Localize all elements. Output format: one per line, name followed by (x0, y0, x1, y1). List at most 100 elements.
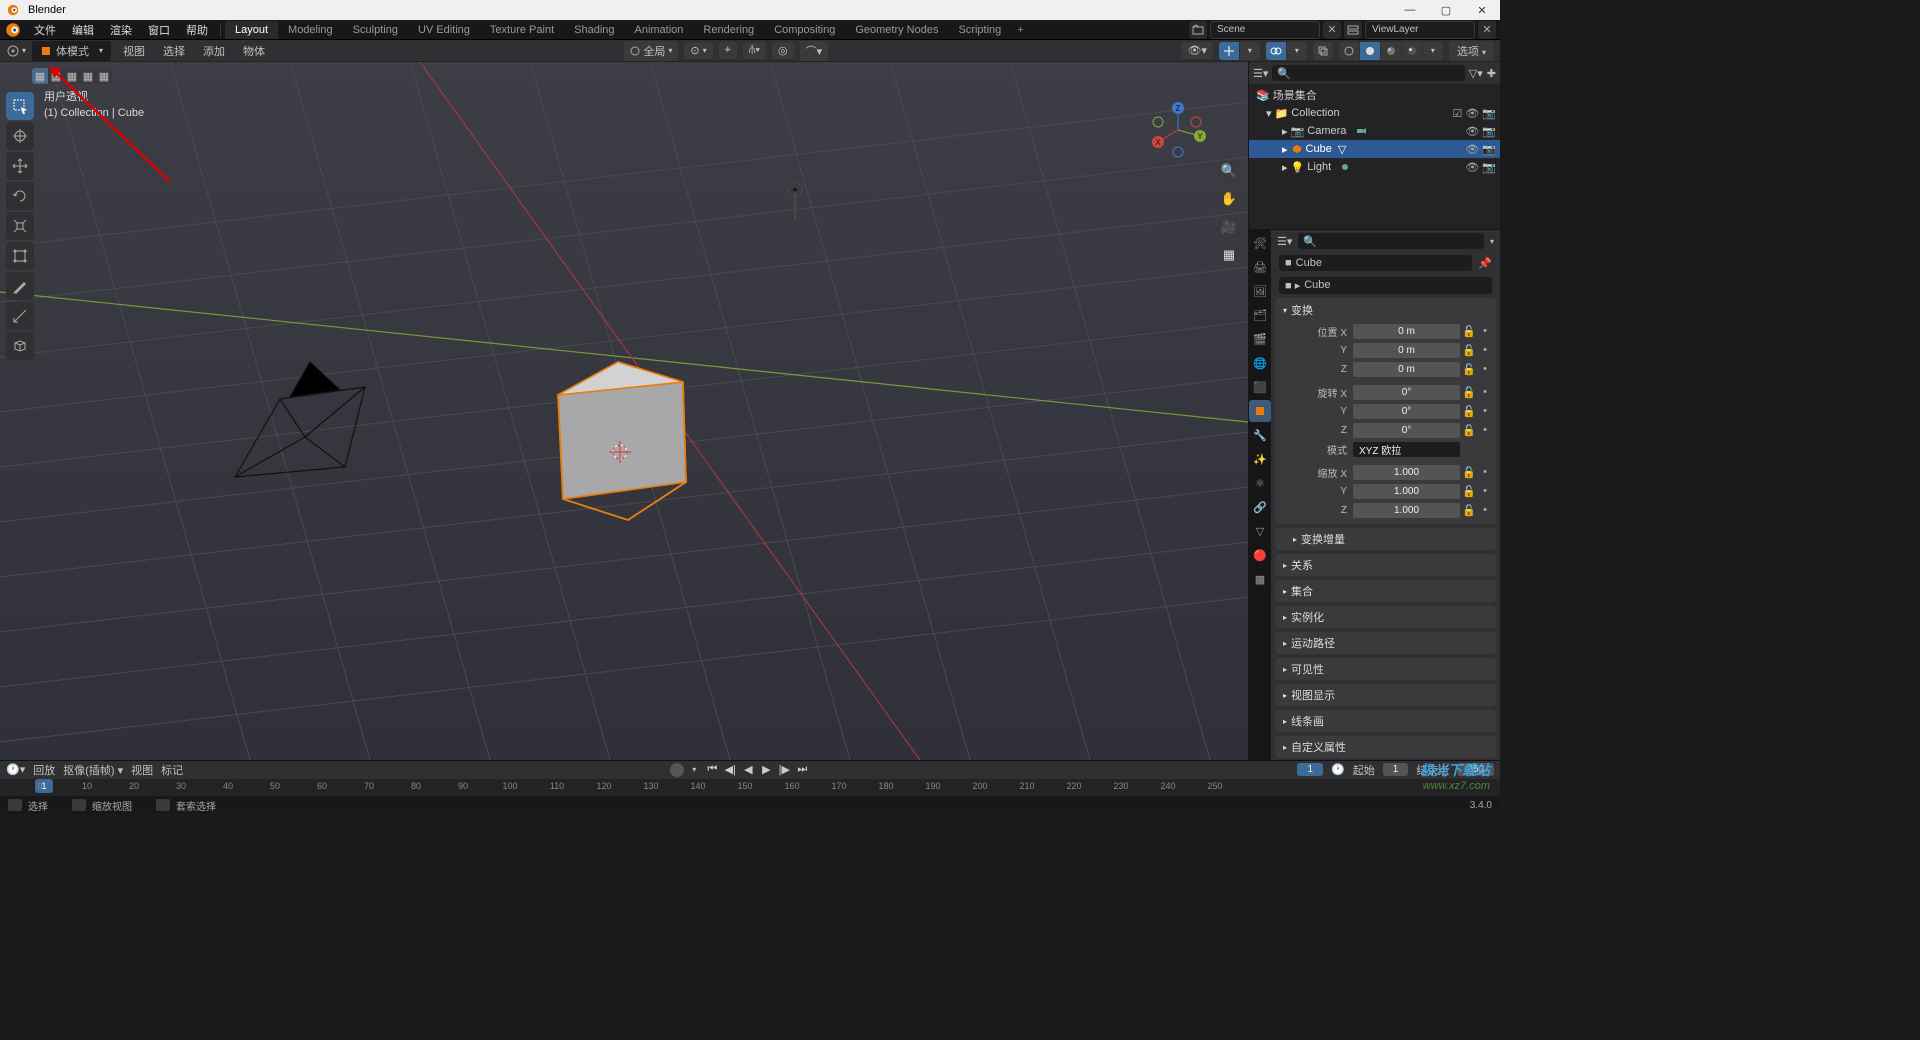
prop-tab-collection[interactable]: ⬛ (1249, 376, 1271, 398)
header-add[interactable]: 添加 (197, 41, 231, 61)
timeline-type-icon[interactable]: 🕐▾ (6, 763, 25, 776)
eye-icon[interactable]: 👁 (1465, 143, 1479, 156)
end-frame-field[interactable]: 250 (1457, 763, 1494, 776)
lock-icon[interactable]: 🔓 (1462, 484, 1476, 498)
loc-y-field[interactable]: 0 m (1353, 343, 1460, 358)
outliner-type-icon[interactable]: ☰▾ (1253, 67, 1268, 80)
use-preview-range-icon[interactable]: 🕐 (1331, 763, 1345, 776)
mode-dropdown[interactable]: 体模式▾ (32, 41, 111, 61)
overlay-dropdown[interactable]: ▾ (1287, 42, 1307, 60)
nav-gizmo[interactable]: Y X Z (1148, 100, 1208, 160)
menu-window[interactable]: 窗口 (140, 20, 178, 40)
nav-pan-icon[interactable]: ✋ (1218, 188, 1240, 210)
panel-motion-paths[interactable]: ▸运动路径 (1275, 632, 1496, 654)
add-workspace-button[interactable]: + (1011, 24, 1029, 36)
prop-tab-render[interactable]: 🖨 (1249, 256, 1271, 278)
lock-icon[interactable]: 🔓 (1462, 423, 1476, 437)
viewlayer-field[interactable]: ViewLayer (1365, 21, 1475, 39)
scale-z-field[interactable]: 1.000 (1353, 503, 1460, 518)
render-icon[interactable]: 📷 (1482, 107, 1496, 120)
render-icon[interactable]: 📷 (1482, 143, 1496, 156)
header-object[interactable]: 物体 (237, 41, 271, 61)
panel-lineart[interactable]: ▸线条画 (1275, 710, 1496, 732)
menu-render[interactable]: 渲染 (102, 20, 140, 40)
3d-viewport[interactable]: ▦ ▦ ▦ ▦ ▦ 用户透视 (1) Collection | Cube (0, 62, 1248, 760)
tool-mode-4[interactable]: ▦ (80, 68, 96, 84)
timeline-marker[interactable]: 标记 (161, 762, 183, 778)
panel-transform-header[interactable]: ▾变换 (1275, 298, 1496, 322)
header-view[interactable]: 视图 (117, 41, 151, 61)
panel-custom-props[interactable]: ▸自定义属性 (1275, 736, 1496, 758)
proportional-dropdown[interactable]: ⌒▾ (800, 41, 829, 61)
snap-dropdown[interactable]: ⫚▾ (743, 42, 766, 59)
prop-tab-constraints[interactable]: 🔗 (1249, 496, 1271, 518)
render-icon[interactable]: 📷 (1482, 125, 1496, 138)
options-dropdown[interactable]: 选项 ▾ (1449, 41, 1494, 61)
menu-help[interactable]: 帮助 (178, 20, 216, 40)
loc-z-field[interactable]: 0 m (1353, 362, 1460, 377)
close-button[interactable]: ✕ (1464, 0, 1500, 20)
current-frame-field[interactable]: 1 (1297, 763, 1323, 776)
outliner-row-cube[interactable]: ▸ Cube ▽ 👁📷 (1249, 140, 1500, 158)
tab-scripting[interactable]: Scripting (948, 21, 1011, 39)
prop-tab-material[interactable]: 🔴 (1249, 544, 1271, 566)
start-frame-field[interactable]: 1 (1383, 763, 1409, 776)
timeline-ruler[interactable]: 1 01020304050607080901001101201301401501… (0, 779, 1500, 797)
tool-scale[interactable] (6, 212, 34, 240)
prop-tab-texture[interactable]: ▩ (1249, 568, 1271, 590)
tool-measure[interactable] (6, 302, 34, 330)
tool-transform[interactable] (6, 242, 34, 270)
prop-tab-data[interactable]: ▽ (1249, 520, 1271, 542)
orientation-dropdown[interactable]: 全局▾ (624, 41, 678, 61)
rot-z-field[interactable]: 0° (1353, 423, 1460, 438)
prop-tab-physics[interactable]: ⚛ (1249, 472, 1271, 494)
lock-icon[interactable]: 🔓 (1462, 362, 1476, 376)
tab-rendering[interactable]: Rendering (693, 21, 764, 39)
prop-tab-object[interactable] (1249, 400, 1271, 422)
proportional-toggle[interactable]: ◎ (772, 42, 794, 59)
prop-tab-modifiers[interactable]: 🔧 (1249, 424, 1271, 446)
eye-icon[interactable]: 👁 (1465, 161, 1479, 174)
scene-browse-icon[interactable] (1189, 21, 1207, 39)
properties-options-icon[interactable]: ▾ (1490, 237, 1494, 246)
prev-key-icon[interactable]: ◀| (722, 763, 738, 777)
scale-x-field[interactable]: 1.000 (1353, 465, 1460, 480)
tool-move[interactable] (6, 152, 34, 180)
shading-dropdown[interactable]: ▾ (1423, 42, 1443, 60)
lock-icon[interactable]: 🔓 (1462, 343, 1476, 357)
autokey-toggle[interactable] (670, 763, 684, 777)
eye-icon[interactable]: 👁 (1465, 107, 1479, 120)
panel-instancing[interactable]: ▸实例化 (1275, 606, 1496, 628)
editor-type-icon[interactable]: ▾ (6, 44, 26, 58)
prop-tab-world[interactable]: 🌐 (1249, 352, 1271, 374)
prop-tab-particles[interactable]: ✨ (1249, 448, 1271, 470)
prop-tab-output[interactable]: 🖼 (1249, 280, 1271, 302)
gizmo-dropdown[interactable]: ▾ (1240, 42, 1260, 60)
rot-y-field[interactable]: 0° (1353, 404, 1460, 419)
snap-toggle[interactable]: ⌖ (719, 42, 737, 59)
timeline-playback[interactable]: 回放 (33, 762, 55, 778)
viewlayer-browse-icon[interactable] (1344, 21, 1362, 39)
panel-relations[interactable]: ▸关系 (1275, 554, 1496, 576)
tab-layout[interactable]: Layout (225, 21, 278, 39)
jump-start-icon[interactable]: ⏮ (704, 763, 720, 777)
tab-shading[interactable]: Shading (564, 21, 624, 39)
blender-icon[interactable] (4, 21, 22, 39)
tab-compositing[interactable]: Compositing (764, 21, 845, 39)
panel-delta-transform[interactable]: ▸变换增量 (1275, 528, 1496, 550)
panel-viewport-display[interactable]: ▸视图显示 (1275, 684, 1496, 706)
scene-new-icon[interactable]: ✕ (1323, 21, 1341, 39)
outliner-filter-icon[interactable]: ▽▾ (1469, 67, 1483, 80)
show-overlay-toggle[interactable] (1266, 42, 1286, 60)
rot-mode-dropdown[interactable]: XYZ 欧拉 (1353, 442, 1460, 457)
tool-cursor[interactable] (6, 122, 34, 150)
play-reverse-icon[interactable]: ◀ (740, 763, 756, 777)
scene-field[interactable]: Scene (1210, 21, 1320, 39)
exclude-checkbox[interactable]: ☑ (1452, 107, 1462, 120)
tool-mode-2[interactable]: ▦ (48, 68, 64, 84)
outliner-new-collection-icon[interactable]: ✚ (1487, 67, 1496, 80)
minimize-button[interactable]: — (1392, 0, 1428, 20)
lock-icon[interactable]: 🔓 (1462, 385, 1476, 399)
tool-annotate[interactable] (6, 272, 34, 300)
tool-mode-5[interactable]: ▦ (96, 68, 112, 84)
